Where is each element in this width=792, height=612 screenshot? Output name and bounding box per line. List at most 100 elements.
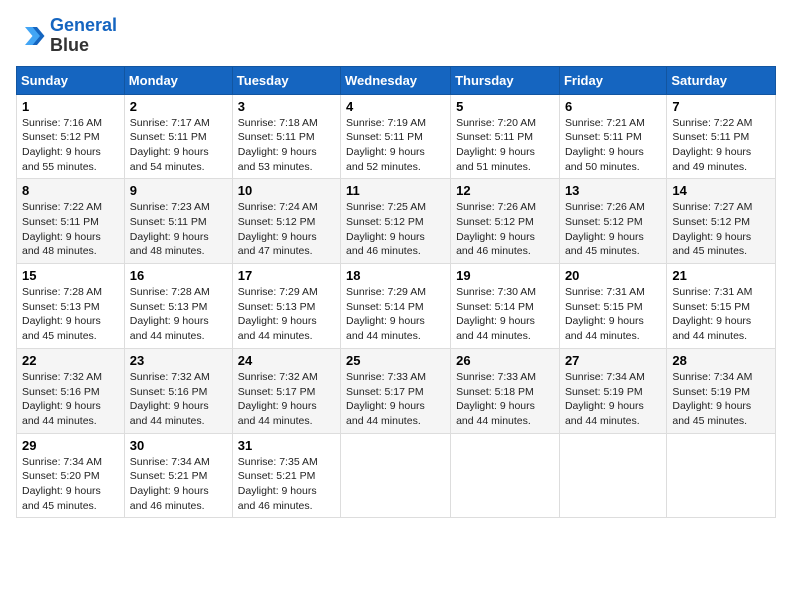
day-number: 10 — [238, 183, 335, 198]
calendar-cell — [341, 433, 451, 518]
calendar-cell: 30 Sunrise: 7:34 AMSunset: 5:21 PMDayligh… — [124, 433, 232, 518]
cell-info: Sunrise: 7:19 AMSunset: 5:11 PMDaylight:… — [346, 117, 426, 173]
logo-icon — [16, 21, 46, 51]
cell-info: Sunrise: 7:27 AMSunset: 5:12 PMDaylight:… — [672, 201, 752, 257]
cell-info: Sunrise: 7:34 AMSunset: 5:19 PMDaylight:… — [565, 371, 645, 427]
day-number: 5 — [456, 99, 554, 114]
cell-info: Sunrise: 7:18 AMSunset: 5:11 PMDaylight:… — [238, 117, 318, 173]
header-saturday: Saturday — [667, 66, 776, 94]
day-number: 8 — [22, 183, 119, 198]
calendar-cell: 1 Sunrise: 7:16 AMSunset: 5:12 PMDaylight… — [17, 94, 125, 179]
page-header: GeneralBlue — [16, 16, 776, 56]
day-number: 2 — [130, 99, 227, 114]
cell-info: Sunrise: 7:32 AMSunset: 5:16 PMDaylight:… — [22, 371, 102, 427]
day-number: 23 — [130, 353, 227, 368]
day-number: 12 — [456, 183, 554, 198]
calendar-week-row: 22 Sunrise: 7:32 AMSunset: 5:16 PMDayligh… — [17, 348, 776, 433]
calendar-cell: 10 Sunrise: 7:24 AMSunset: 5:12 PMDayligh… — [232, 179, 340, 264]
calendar-table: SundayMondayTuesdayWednesdayThursdayFrid… — [16, 66, 776, 519]
calendar-cell: 23 Sunrise: 7:32 AMSunset: 5:16 PMDayligh… — [124, 348, 232, 433]
cell-info: Sunrise: 7:31 AMSunset: 5:15 PMDaylight:… — [672, 286, 752, 342]
cell-info: Sunrise: 7:16 AMSunset: 5:12 PMDaylight:… — [22, 117, 102, 173]
calendar-cell: 25 Sunrise: 7:33 AMSunset: 5:17 PMDayligh… — [341, 348, 451, 433]
calendar-cell: 8 Sunrise: 7:22 AMSunset: 5:11 PMDaylight… — [17, 179, 125, 264]
calendar-header-row: SundayMondayTuesdayWednesdayThursdayFrid… — [17, 66, 776, 94]
day-number: 30 — [130, 438, 227, 453]
day-number: 31 — [238, 438, 335, 453]
calendar-cell: 27 Sunrise: 7:34 AMSunset: 5:19 PMDayligh… — [559, 348, 666, 433]
calendar-cell: 22 Sunrise: 7:32 AMSunset: 5:16 PMDayligh… — [17, 348, 125, 433]
day-number: 29 — [22, 438, 119, 453]
calendar-cell: 16Sunrise: 7:28 AMSunset: 5:13 PMDayligh… — [124, 264, 232, 349]
cell-info: Sunrise: 7:26 AMSunset: 5:12 PMDaylight:… — [456, 201, 536, 257]
cell-info: Sunrise: 7:32 AMSunset: 5:17 PMDaylight:… — [238, 371, 318, 427]
calendar-cell: 11Sunrise: 7:25 AMSunset: 5:12 PMDayligh… — [341, 179, 451, 264]
day-number: 26 — [456, 353, 554, 368]
day-number: 20 — [565, 268, 661, 283]
day-number: 4 — [346, 99, 445, 114]
day-number: 28 — [672, 353, 770, 368]
header-friday: Friday — [559, 66, 666, 94]
cell-info: Sunrise: 7:22 AMSunset: 5:11 PMDaylight:… — [22, 201, 102, 257]
logo: GeneralBlue — [16, 16, 117, 56]
calendar-cell: 12 Sunrise: 7:26 AMSunset: 5:12 PMDayligh… — [451, 179, 560, 264]
calendar-cell: 31Sunrise: 7:35 AMSunset: 5:21 PMDayligh… — [232, 433, 340, 518]
day-number: 3 — [238, 99, 335, 114]
calendar-cell: 9Sunrise: 7:23 AMSunset: 5:11 PMDaylight… — [124, 179, 232, 264]
cell-info: Sunrise: 7:34 AMSunset: 5:21 PMDaylight:… — [130, 456, 210, 512]
calendar-cell: 20 Sunrise: 7:31 AMSunset: 5:15 PMDayligh… — [559, 264, 666, 349]
cell-info: Sunrise: 7:33 AMSunset: 5:17 PMDaylight:… — [346, 371, 426, 427]
calendar-cell: 4 Sunrise: 7:19 AMSunset: 5:11 PMDaylight… — [341, 94, 451, 179]
cell-info: Sunrise: 7:26 AMSunset: 5:12 PMDaylight:… — [565, 201, 645, 257]
day-number: 21 — [672, 268, 770, 283]
cell-info: Sunrise: 7:30 AMSunset: 5:14 PMDaylight:… — [456, 286, 536, 342]
day-number: 18 — [346, 268, 445, 283]
cell-info: Sunrise: 7:24 AMSunset: 5:12 PMDaylight:… — [238, 201, 318, 257]
day-number: 17 — [238, 268, 335, 283]
header-sunday: Sunday — [17, 66, 125, 94]
cell-info: Sunrise: 7:32 AMSunset: 5:16 PMDaylight:… — [130, 371, 210, 427]
logo-text: GeneralBlue — [50, 16, 117, 56]
cell-info: Sunrise: 7:29 AMSunset: 5:14 PMDaylight:… — [346, 286, 426, 342]
day-number: 19 — [456, 268, 554, 283]
header-monday: Monday — [124, 66, 232, 94]
header-tuesday: Tuesday — [232, 66, 340, 94]
calendar-cell — [559, 433, 666, 518]
cell-info: Sunrise: 7:31 AMSunset: 5:15 PMDaylight:… — [565, 286, 645, 342]
cell-info: Sunrise: 7:20 AMSunset: 5:11 PMDaylight:… — [456, 117, 536, 173]
day-number: 15 — [22, 268, 119, 283]
day-number: 27 — [565, 353, 661, 368]
calendar-week-row: 1 Sunrise: 7:16 AMSunset: 5:12 PMDaylight… — [17, 94, 776, 179]
calendar-cell: 28Sunrise: 7:34 AMSunset: 5:19 PMDayligh… — [667, 348, 776, 433]
cell-info: Sunrise: 7:22 AMSunset: 5:11 PMDaylight:… — [672, 117, 752, 173]
day-number: 9 — [130, 183, 227, 198]
calendar-week-row: 15Sunrise: 7:28 AMSunset: 5:13 PMDayligh… — [17, 264, 776, 349]
calendar-cell — [451, 433, 560, 518]
calendar-cell: 15Sunrise: 7:28 AMSunset: 5:13 PMDayligh… — [17, 264, 125, 349]
calendar-week-row: 29 Sunrise: 7:34 AMSunset: 5:20 PMDayligh… — [17, 433, 776, 518]
calendar-cell: 6Sunrise: 7:21 AMSunset: 5:11 PMDaylight… — [559, 94, 666, 179]
day-number: 22 — [22, 353, 119, 368]
calendar-cell: 13 Sunrise: 7:26 AMSunset: 5:12 PMDayligh… — [559, 179, 666, 264]
calendar-cell: 2Sunrise: 7:17 AMSunset: 5:11 PMDaylight… — [124, 94, 232, 179]
calendar-cell: 18 Sunrise: 7:29 AMSunset: 5:14 PMDayligh… — [341, 264, 451, 349]
calendar-cell: 5 Sunrise: 7:20 AMSunset: 5:11 PMDaylight… — [451, 94, 560, 179]
calendar-cell: 21 Sunrise: 7:31 AMSunset: 5:15 PMDayligh… — [667, 264, 776, 349]
day-number: 6 — [565, 99, 661, 114]
day-number: 11 — [346, 183, 445, 198]
day-number: 13 — [565, 183, 661, 198]
calendar-week-row: 8 Sunrise: 7:22 AMSunset: 5:11 PMDaylight… — [17, 179, 776, 264]
cell-info: Sunrise: 7:34 AMSunset: 5:20 PMDaylight:… — [22, 456, 102, 512]
calendar-cell: 7 Sunrise: 7:22 AMSunset: 5:11 PMDaylight… — [667, 94, 776, 179]
calendar-cell: 24Sunrise: 7:32 AMSunset: 5:17 PMDayligh… — [232, 348, 340, 433]
day-number: 16 — [130, 268, 227, 283]
day-number: 25 — [346, 353, 445, 368]
cell-info: Sunrise: 7:29 AMSunset: 5:13 PMDaylight:… — [238, 286, 318, 342]
header-thursday: Thursday — [451, 66, 560, 94]
header-wednesday: Wednesday — [341, 66, 451, 94]
calendar-cell: 14Sunrise: 7:27 AMSunset: 5:12 PMDayligh… — [667, 179, 776, 264]
calendar-cell: 29 Sunrise: 7:34 AMSunset: 5:20 PMDayligh… — [17, 433, 125, 518]
day-number: 1 — [22, 99, 119, 114]
day-number: 7 — [672, 99, 770, 114]
cell-info: Sunrise: 7:33 AMSunset: 5:18 PMDaylight:… — [456, 371, 536, 427]
